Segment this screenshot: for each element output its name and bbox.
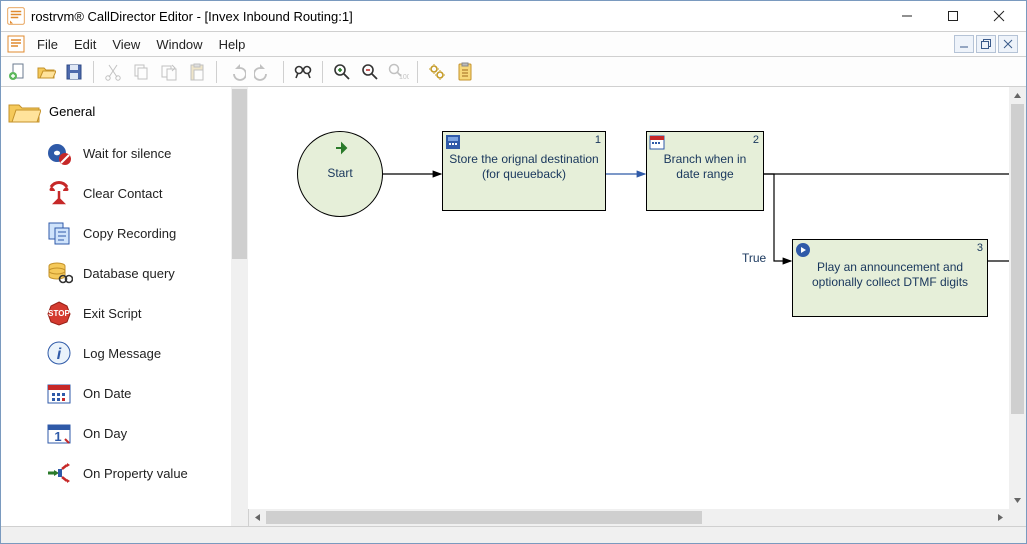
svg-text:100: 100 — [399, 74, 409, 81]
palette-group-general[interactable]: General — [3, 91, 229, 133]
save-button[interactable] — [61, 59, 87, 85]
new-button[interactable] — [5, 59, 31, 85]
flow-node-label: Play an announcement and optionally coll… — [793, 240, 987, 296]
palette-item-label: Database query — [83, 266, 175, 281]
find-button[interactable] — [290, 59, 316, 85]
copy-button[interactable] — [128, 59, 154, 85]
play-icon — [795, 242, 811, 258]
zoom-in-button[interactable] — [329, 59, 355, 85]
window-close-button[interactable] — [976, 1, 1022, 31]
flow-node-number: 2 — [753, 134, 759, 146]
palette-vertical-scrollbar[interactable] — [231, 87, 248, 526]
mdi-close-button[interactable] — [998, 35, 1018, 53]
flow-node-3[interactable]: 3 Play an announcement and optionally co… — [792, 239, 988, 317]
toolbar-separator — [322, 61, 323, 83]
canvas-horizontal-scrollbar[interactable] — [248, 509, 1009, 526]
menu-edit[interactable]: Edit — [66, 34, 104, 55]
date-icon — [649, 134, 665, 150]
menubar: File Edit View Window Help — [1, 31, 1026, 57]
workspace: General Wait for silence Clear Contact C… — [1, 87, 1026, 526]
palette-item-log-message[interactable]: i Log Message — [3, 333, 229, 373]
flow-node-2[interactable]: 2 Branch when in date range — [646, 131, 764, 211]
svg-text:i: i — [57, 346, 62, 363]
palette-item-label: Log Message — [83, 346, 161, 361]
palette-item-clear-contact[interactable]: Clear Contact — [3, 173, 229, 213]
start-arrow-icon — [334, 140, 350, 156]
canvas-vertical-scrollbar[interactable] — [1009, 87, 1026, 509]
svg-text:1: 1 — [54, 429, 61, 444]
toolbar-separator — [216, 61, 217, 83]
palette-item-on-property[interactable]: On Property value — [3, 453, 229, 493]
palette-item-label: On Day — [83, 426, 127, 441]
toolbar: 100 — [1, 57, 1026, 87]
on-property-icon — [45, 459, 73, 487]
toolbar-separator — [93, 61, 94, 83]
menu-file[interactable]: File — [29, 34, 66, 55]
paste-button[interactable] — [184, 59, 210, 85]
flow-node-label: Store the orignal destination (for queue… — [443, 132, 605, 188]
connector-label-true: True — [742, 251, 766, 265]
copy-recording-icon — [45, 219, 73, 247]
tasks-button[interactable] — [452, 59, 478, 85]
palette-item-label: Clear Contact — [83, 186, 162, 201]
palette-item-on-date[interactable]: On Date — [3, 373, 229, 413]
palette-item-copy-recording[interactable]: Copy Recording — [3, 213, 229, 253]
svg-text:STOP: STOP — [48, 309, 70, 318]
window-maximize-button[interactable] — [930, 1, 976, 31]
zoom-100-button[interactable]: 100 — [385, 59, 411, 85]
undo-button[interactable] — [223, 59, 249, 85]
zoom-out-button[interactable] — [357, 59, 383, 85]
flow-node-number: 1 — [595, 134, 601, 146]
palette-group-label: General — [49, 104, 95, 119]
palette-item-on-day[interactable]: 1 On Day — [3, 413, 229, 453]
palette-panel: General Wait for silence Clear Contact C… — [1, 87, 248, 526]
canvas-panel: Start 1 Store the orignal destination (f… — [248, 87, 1026, 526]
window-title: rostrvm® CallDirector Editor - [Invex In… — [31, 9, 884, 24]
folder-open-icon — [7, 97, 41, 125]
copyspecial-button[interactable] — [156, 59, 182, 85]
palette-item-label: Wait for silence — [83, 146, 171, 161]
flow-start-node[interactable]: Start — [297, 131, 383, 217]
flow-node-number: 3 — [977, 242, 983, 254]
mdi-controls — [954, 35, 1022, 53]
palette-item-wait-silence[interactable]: Wait for silence — [3, 133, 229, 173]
settings-button[interactable] — [424, 59, 450, 85]
wait-silence-icon — [45, 139, 73, 167]
exit-script-icon: STOP — [45, 299, 73, 327]
on-day-icon: 1 — [45, 419, 73, 447]
toolbar-separator — [417, 61, 418, 83]
toolbar-separator — [283, 61, 284, 83]
on-date-icon — [45, 379, 73, 407]
cut-button[interactable] — [100, 59, 126, 85]
menu-window[interactable]: Window — [148, 34, 210, 55]
app-icon — [7, 7, 25, 25]
menu-logo-icon — [7, 35, 25, 53]
menu-help[interactable]: Help — [211, 34, 254, 55]
palette-tree[interactable]: General Wait for silence Clear Contact C… — [1, 87, 231, 526]
redo-button[interactable] — [251, 59, 277, 85]
palette-item-label: Copy Recording — [83, 226, 176, 241]
mdi-restore-button[interactable] — [976, 35, 996, 53]
titlebar: rostrvm® CallDirector Editor - [Invex In… — [1, 1, 1026, 31]
menu-view[interactable]: View — [104, 34, 148, 55]
mdi-minimize-button[interactable] — [954, 35, 974, 53]
window-minimize-button[interactable] — [884, 1, 930, 31]
open-button[interactable] — [33, 59, 59, 85]
palette-item-exit-script[interactable]: STOP Exit Script — [3, 293, 229, 333]
palette-item-label: On Date — [83, 386, 131, 401]
clear-contact-icon — [45, 179, 73, 207]
database-query-icon — [45, 259, 73, 287]
flow-start-label: Start — [298, 166, 382, 181]
flow-node-1[interactable]: 1 Store the orignal destination (for que… — [442, 131, 606, 211]
status-bar — [1, 526, 1026, 543]
flow-canvas[interactable]: Start 1 Store the orignal destination (f… — [248, 87, 1009, 509]
store-icon — [445, 134, 461, 150]
palette-item-database-query[interactable]: Database query — [3, 253, 229, 293]
palette-item-label: Exit Script — [83, 306, 142, 321]
log-message-icon: i — [45, 339, 73, 367]
palette-item-label: On Property value — [83, 466, 188, 481]
